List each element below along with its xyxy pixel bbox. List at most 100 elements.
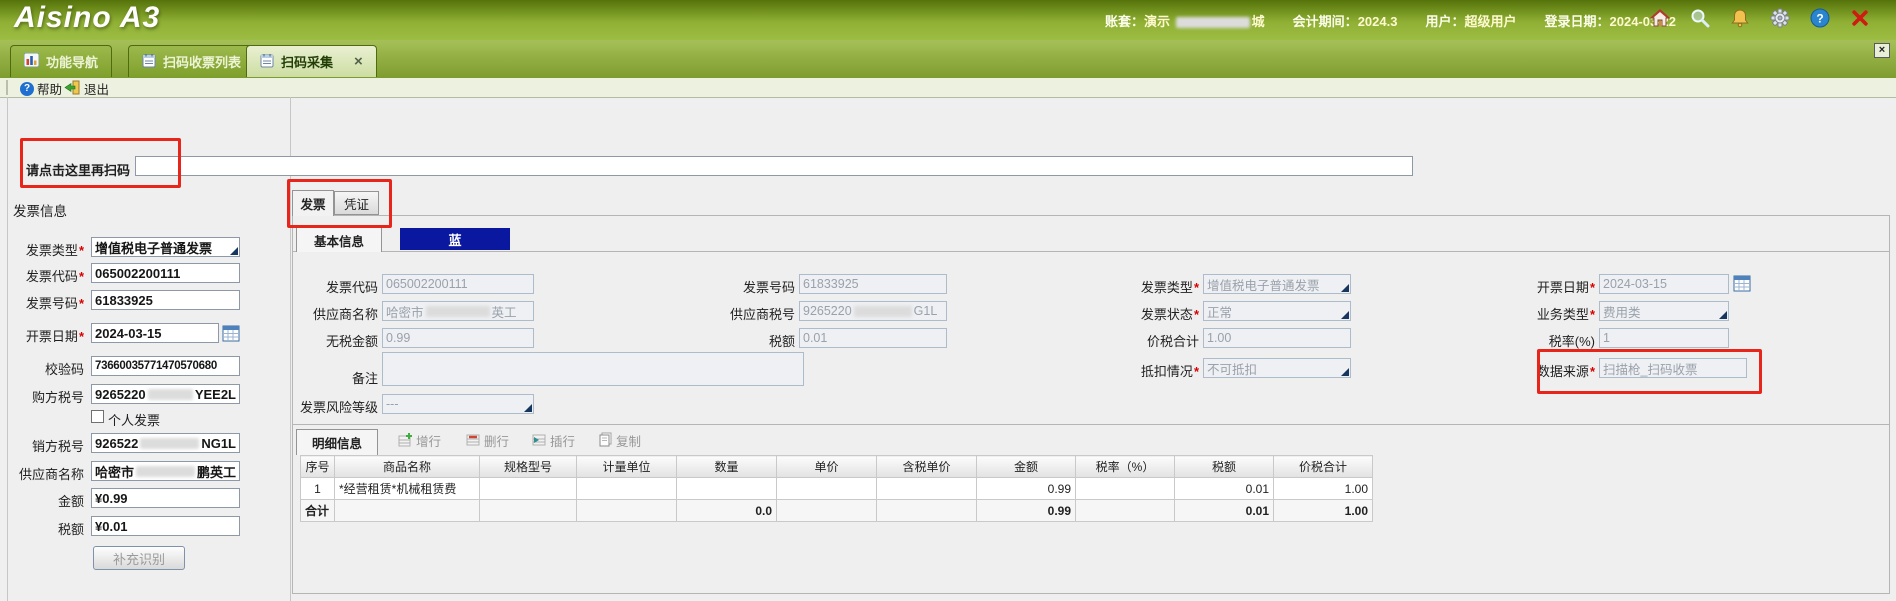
invoice-date-label: 开票日期* xyxy=(0,326,84,345)
tab-scan-list[interactable]: 扫码收票列表 xyxy=(128,45,255,77)
r-data-source-label: 数据来源* xyxy=(1445,361,1595,380)
r-tax-input: 0.01 xyxy=(799,328,947,348)
tab-blue-invoice[interactable]: 蓝 xyxy=(400,228,510,250)
tab-voucher[interactable]: 凭证 xyxy=(334,191,379,215)
detail-section-divider xyxy=(293,424,1889,425)
delete-row-label: 删行 xyxy=(484,431,509,450)
amount-label: 金额 xyxy=(0,491,84,510)
svg-text:?: ? xyxy=(1816,12,1823,26)
supplier-name-label: 供应商名称 xyxy=(0,464,84,483)
tab-detail-info[interactable]: 明细信息 xyxy=(296,429,378,455)
r-business-type-label: 业务类型* xyxy=(1445,304,1595,323)
personal-invoice-label: 个人发票 xyxy=(108,410,160,429)
user-value: 超级用户 xyxy=(1464,14,1516,29)
account-redacted xyxy=(1176,17,1250,28)
exit-button[interactable]: 退出 xyxy=(64,79,109,98)
r-total-with-tax-label: 价税合计 xyxy=(1049,331,1199,350)
close-app-icon[interactable] xyxy=(1850,8,1870,28)
seller-tax-no-input[interactable]: 926522NG1L xyxy=(91,433,240,453)
help-button[interactable]: ? 帮助 xyxy=(20,79,62,98)
col-product-name: 商品名称 xyxy=(335,456,480,478)
supplement-recognize-button[interactable]: 补充识别 xyxy=(93,546,185,570)
buyer-tax-no-label: 购方税号 xyxy=(0,387,84,406)
invoice-type-select[interactable]: 增值税电子普通发票 xyxy=(91,237,240,257)
total-unit xyxy=(577,500,677,522)
r-supplier-name-label: 供应商名称 xyxy=(228,304,378,323)
toolbar: ? 帮助 退出 xyxy=(0,78,1896,98)
r-calendar-icon[interactable] xyxy=(1733,274,1751,297)
invoice-date-input[interactable]: 2024-03-15 xyxy=(91,323,219,343)
r-invoice-code-input: 065002200111 xyxy=(382,274,534,294)
user-info: 用户：超级用户 xyxy=(1425,11,1516,30)
supplier-name-suffix: 鹏英工 xyxy=(197,462,236,481)
insert-row-button[interactable]: 插行 xyxy=(532,431,575,450)
help-icon[interactable]: ? xyxy=(1810,8,1830,28)
tab-close-icon[interactable]: × xyxy=(354,54,363,69)
r-invoice-type-select: 增值税电子普通发票 xyxy=(1203,274,1351,294)
seller-tax-no-suffix: NG1L xyxy=(201,436,236,451)
cell-amount: 0.99 xyxy=(977,478,1076,500)
detail-table-header: 序号 商品名称 规格型号 计量单位 数量 单价 含税单价 金额 税率（%） 税额… xyxy=(301,456,1373,478)
total-label: 合计 xyxy=(301,500,335,522)
total-unit-price xyxy=(777,500,877,522)
r-tax-rate-label: 税率(%) xyxy=(1445,331,1595,350)
tax-input[interactable]: ¥0.01 xyxy=(91,516,240,536)
period-label: 会计期间： xyxy=(1293,14,1358,29)
r-net-amount-input: 0.99 xyxy=(382,328,534,348)
r-invoice-status-select: 正常 xyxy=(1203,301,1351,321)
cell-seq: 1 xyxy=(301,478,335,500)
tax-label: 税额 xyxy=(0,519,84,538)
col-tax: 税额 xyxy=(1175,456,1274,478)
exit-button-label: 退出 xyxy=(84,79,109,98)
notepad-icon xyxy=(142,53,156,71)
add-row-button[interactable]: 增行 xyxy=(398,431,441,450)
total-tax-rate xyxy=(1076,500,1175,522)
r-supplier-name-redacted xyxy=(426,306,490,317)
settings-gear-icon[interactable] xyxy=(1770,8,1790,28)
supplier-name-prefix: 哈密市 xyxy=(95,462,134,481)
scan-input[interactable] xyxy=(135,156,1413,176)
delete-row-button[interactable]: 删行 xyxy=(466,431,509,450)
insert-row-label: 插行 xyxy=(550,431,575,450)
personal-invoice-checkbox[interactable] xyxy=(91,410,104,423)
scan-here-label: 请点击这里再扫码 xyxy=(26,160,130,179)
subtab-divider xyxy=(293,251,1889,252)
cell-unit-price xyxy=(777,478,877,500)
copy-row-button[interactable]: 复制 xyxy=(598,431,641,450)
col-total-with-tax: 价税合计 xyxy=(1274,456,1373,478)
total-unit-price-with-tax xyxy=(877,500,977,522)
tab-scan-collect[interactable]: 扫码采集 × xyxy=(246,45,377,77)
search-icon[interactable] xyxy=(1690,8,1710,28)
supplier-name-input[interactable]: 哈密市 鹏英工 xyxy=(91,461,240,481)
table-row[interactable]: 1 *经营租赁*机械租赁费 0.99 0.01 1.00 xyxy=(301,478,1373,500)
invoice-number-value: 61833925 xyxy=(95,293,153,308)
exit-icon xyxy=(64,80,81,98)
tab-invoice-label: 发票 xyxy=(300,194,325,213)
r-remark-label: 备注 xyxy=(228,368,378,387)
notepad-icon xyxy=(260,53,274,71)
account-label: 账套： xyxy=(1105,14,1144,29)
cell-unit xyxy=(577,478,677,500)
tab-voucher-label: 凭证 xyxy=(344,194,369,213)
seller-tax-no-redacted xyxy=(140,438,199,449)
r-supplier-tax-no-label: 供应商税号 xyxy=(645,304,795,323)
total-amount: 0.99 xyxy=(977,500,1076,522)
tab-basic-info[interactable]: 基本信息 xyxy=(296,227,382,252)
tab-function-nav[interactable]: 功能导航 xyxy=(10,45,112,77)
home-icon[interactable] xyxy=(1650,8,1670,28)
invoice-number-input[interactable]: 61833925 xyxy=(91,290,240,310)
user-label: 用户： xyxy=(1425,14,1464,29)
col-unit-price-with-tax: 含税单价 xyxy=(877,456,977,478)
tabbar-close-icon[interactable]: × xyxy=(1874,43,1890,58)
check-code-input[interactable]: 73660035771470570680 xyxy=(91,356,240,376)
cell-tax: 0.01 xyxy=(1175,478,1274,500)
app-logo: Aisino A3 xyxy=(14,1,160,35)
col-quantity: 数量 xyxy=(677,456,777,478)
period-info: 会计期间：2024.3 xyxy=(1293,11,1398,30)
buyer-tax-no-input[interactable]: 9265220YEE2L xyxy=(91,384,240,404)
tab-invoice[interactable]: 发票 xyxy=(292,190,334,216)
invoice-code-input[interactable]: 065002200111 xyxy=(91,263,240,283)
bell-icon[interactable] xyxy=(1730,8,1750,28)
amount-input[interactable]: ¥0.99 xyxy=(91,488,240,508)
tab-blue-label: 蓝 xyxy=(448,230,461,249)
